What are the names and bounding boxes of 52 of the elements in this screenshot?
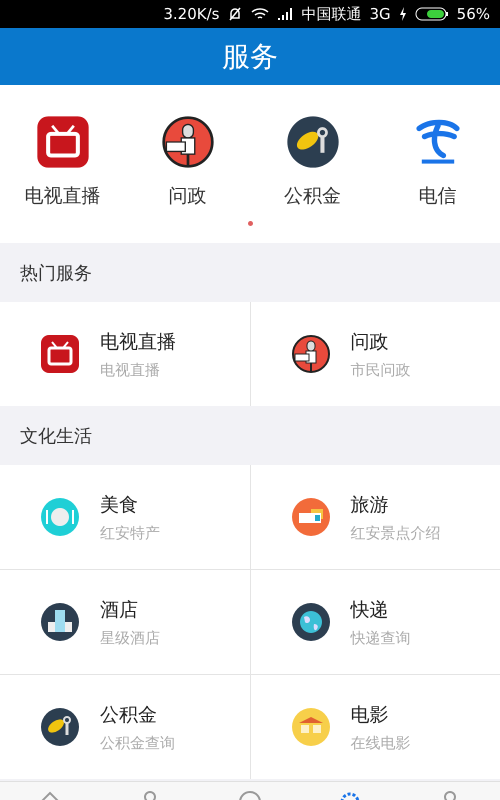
network-speed: 3.20K/s — [163, 5, 220, 23]
tile-title: 美食 — [100, 492, 139, 518]
network-type: 3G — [369, 5, 391, 23]
page-title: 服务 — [222, 38, 278, 74]
tile-title: 旅游 — [350, 492, 390, 518]
tv-icon — [36, 115, 90, 169]
tile-subtitle: 在线电影 — [350, 734, 410, 752]
service-tile[interactable]: 酒店 星级酒店 — [0, 570, 250, 674]
service-tile[interactable]: 电视直播 电视直播 — [0, 302, 250, 406]
service-tile[interactable]: 电影 在线电影 — [250, 675, 500, 779]
tile-title: 酒店 — [100, 598, 139, 622]
globe-icon — [290, 602, 330, 642]
service-tile[interactable]: 旅游 红安景点介绍 — [250, 465, 500, 569]
tile-title: 问政 — [350, 330, 390, 354]
tile-subtitle: 快递查询 — [350, 628, 410, 648]
tile-title: 公积金 — [100, 702, 158, 728]
section-title: 文化生活 — [20, 424, 92, 448]
plate-icon — [40, 497, 80, 537]
cinema-icon — [290, 707, 330, 747]
service-tile[interactable]: 公积金 公积金查询 — [0, 675, 250, 779]
microphone-icon — [160, 115, 214, 169]
building-icon — [40, 602, 80, 642]
tile-subtitle: 电视直播 — [100, 360, 161, 380]
tile-subtitle: 红安景点介绍 — [350, 524, 440, 542]
tile-subtitle: 红安特产 — [100, 524, 160, 542]
tile-subtitle: 市民问政 — [350, 360, 410, 380]
tv-icon — [40, 334, 80, 374]
tile-title: 快递 — [350, 598, 390, 622]
tile-title: 电影 — [350, 702, 390, 728]
microphone-icon — [290, 334, 330, 374]
service-tile[interactable]: 问政 市民问政 — [250, 302, 500, 406]
tile-subtitle: 星级酒店 — [100, 628, 160, 648]
battery-icon — [414, 7, 449, 21]
carrier-name: 中国联通 — [301, 4, 362, 24]
signal-icon — [277, 7, 294, 21]
service-tile[interactable]: 美食 红安特产 — [0, 465, 250, 569]
tile-title: 电视直播 — [100, 330, 176, 354]
settings-icon[interactable] — [338, 790, 362, 800]
service-label[interactable]: 电视直播 — [24, 183, 100, 209]
tile-subtitle: 公积金查询 — [100, 734, 175, 752]
service-tile[interactable]: 快递 快递查询 — [250, 570, 500, 674]
key-tag-icon — [286, 115, 340, 169]
section-title: 热门服务 — [20, 262, 92, 284]
battery-percent: 56% — [456, 5, 490, 23]
service-label[interactable]: 电信 — [418, 183, 456, 209]
ticket-icon — [290, 497, 330, 537]
service-label[interactable]: 问政 — [168, 183, 206, 209]
muted-bell-icon — [227, 6, 244, 22]
wifi-icon — [251, 7, 270, 21]
key-tag-icon — [40, 707, 80, 747]
service-label[interactable]: 公积金 — [284, 183, 341, 209]
charging-icon — [398, 7, 407, 21]
